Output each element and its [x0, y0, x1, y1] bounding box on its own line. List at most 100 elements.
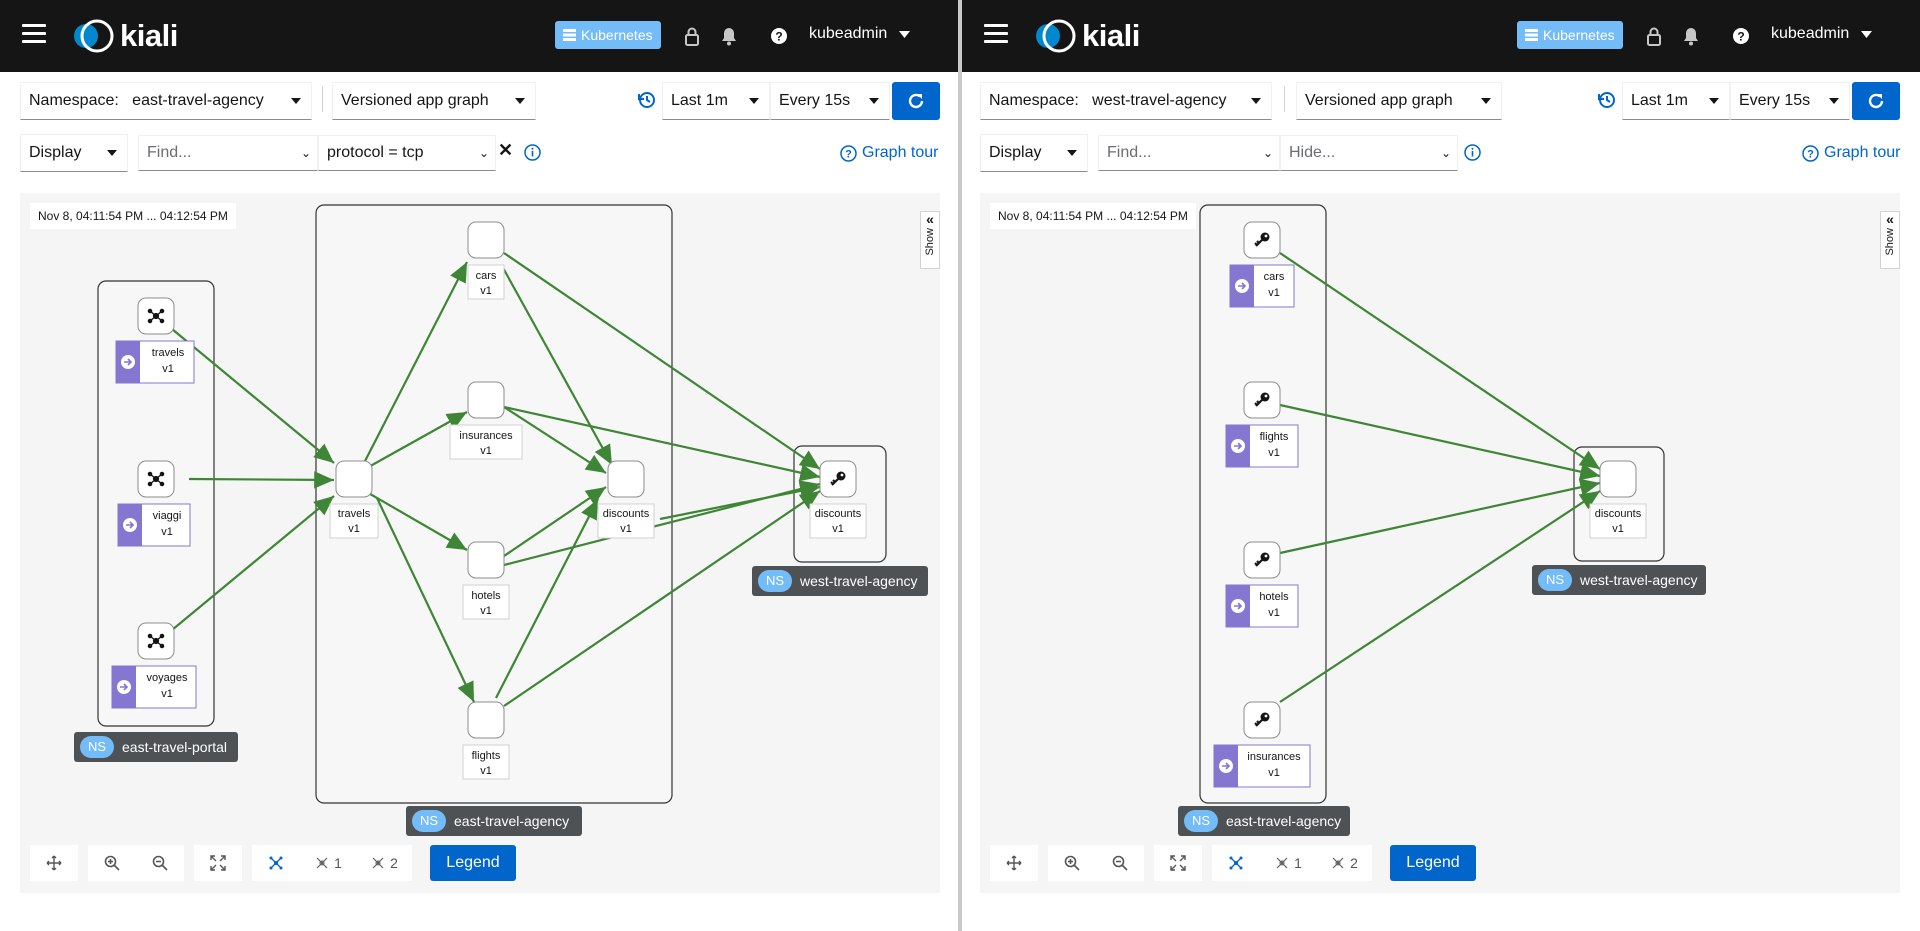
node-version: v1 — [480, 605, 492, 617]
help-icon[interactable]: ? — [770, 26, 788, 46]
duration-dropdown[interactable]: Last 1m — [1622, 82, 1730, 120]
hide-input[interactable]: Hide... ⌄ — [1280, 135, 1458, 171]
history-icon[interactable] — [638, 91, 656, 109]
display-dropdown[interactable]: Display — [20, 134, 128, 172]
display-label: Display — [989, 144, 1042, 161]
refresh-interval-dropdown[interactable]: Every 15s — [1730, 82, 1850, 120]
pan-button[interactable] — [30, 845, 78, 881]
layout-2-button[interactable]: 2 — [356, 845, 412, 881]
node-label: insurances — [1247, 751, 1301, 763]
hide-chevron-icon[interactable]: ⌄ — [479, 146, 489, 160]
layout-1-button[interactable]: 1 — [1260, 845, 1316, 881]
info-icon[interactable] — [524, 144, 541, 161]
side-panel-toggle[interactable]: «Show — [920, 211, 940, 269]
cluster-badge: Kubernetes — [555, 21, 661, 49]
graph-tour-link[interactable]: ? Graph tour — [1802, 144, 1900, 162]
topology-icon — [1229, 856, 1243, 870]
fit-to-screen-button[interactable] — [1154, 845, 1202, 881]
logo-text: kiali — [120, 18, 178, 53]
legend-button[interactable]: Legend — [1390, 845, 1476, 881]
traffic-edge[interactable] — [1279, 478, 1601, 555]
graph-type-dropdown[interactable]: Versioned app graph — [1296, 82, 1502, 120]
namespace-dropdown[interactable]: Namespace: east-travel-agency — [20, 82, 312, 120]
refresh-button[interactable] — [1852, 82, 1900, 120]
topology-icon — [1276, 857, 1288, 869]
ns-badge: NS — [88, 739, 106, 754]
pan-button[interactable] — [990, 845, 1038, 881]
question-circle-icon: ? — [1802, 144, 1819, 162]
graph-toolbar: Namespace: east-travel-agency Versioned … — [0, 72, 958, 132]
hide-input[interactable]: protocol = tcp ⌄ — [318, 135, 496, 171]
node-version: v1 — [480, 285, 492, 297]
refresh-interval-dropdown[interactable]: Every 15s — [770, 82, 890, 120]
ns-badge: NS — [420, 813, 438, 828]
user-menu[interactable]: kubeadmin — [1771, 25, 1873, 43]
namespace-label-box: NS west-travel-agency — [752, 566, 928, 596]
node-version: v1 — [1268, 447, 1280, 459]
question-circle-icon: ? — [840, 144, 857, 162]
graph-type-dropdown[interactable]: Versioned app graph — [332, 82, 536, 120]
lock-icon[interactable] — [683, 26, 701, 46]
move-icon — [46, 855, 62, 871]
zoom-out-button[interactable] — [136, 845, 184, 881]
zoom-in-button[interactable] — [88, 845, 136, 881]
history-icon[interactable] — [1598, 91, 1616, 109]
filter-toolbar: Display Find... ⌄ Hide... ⌄ — [962, 132, 1920, 176]
hamburger-menu-icon[interactable] — [984, 24, 1008, 46]
namespace-name: east-travel-agency — [1226, 813, 1341, 829]
find-chevron-icon[interactable]: ⌄ — [1263, 146, 1273, 160]
bell-icon[interactable] — [720, 26, 738, 46]
left-graph-panel: kiali Kubernetes ? kubeadmin Namespace: … — [0, 0, 958, 931]
masthead: kiali Kubernetes ? kubeadmin — [0, 0, 958, 72]
node-label: insurances — [459, 430, 513, 442]
node-version: v1 — [832, 523, 844, 535]
filter-toolbar: Display Find... ⌄ protocol = tcp ⌄ ✕ — [0, 132, 958, 176]
side-panel-toggle[interactable]: «Show — [1880, 211, 1900, 269]
bell-icon[interactable] — [1682, 26, 1700, 46]
duration-dropdown[interactable]: Last 1m — [662, 82, 770, 120]
kiali-logo[interactable]: kiali — [70, 18, 178, 53]
duration-value: Last 1m — [671, 92, 728, 109]
layout-2-button[interactable]: 2 — [1316, 845, 1372, 881]
clear-filter-icon[interactable]: ✕ — [498, 140, 513, 161]
user-menu[interactable]: kubeadmin — [809, 25, 911, 43]
graph-canvas[interactable]: cars v1 flights v1 hotels v1 insurances … — [980, 193, 1900, 893]
find-chevron-icon[interactable]: ⌄ — [301, 146, 311, 160]
layout-default-button[interactable] — [252, 845, 300, 881]
layout-1-button[interactable]: 1 — [300, 845, 356, 881]
find-input[interactable]: Find... ⌄ — [138, 135, 318, 171]
topology-icon — [372, 857, 384, 869]
namespace-dropdown[interactable]: Namespace: west-travel-agency — [980, 82, 1272, 120]
graph-canvas[interactable]: travels v1 viaggi v1 voyages v1 travels … — [20, 193, 940, 893]
node-label: discounts — [815, 508, 862, 520]
node-label: viaggi — [153, 510, 182, 522]
node-version: v1 — [162, 363, 174, 375]
graph-tour-link[interactable]: ? Graph tour — [840, 144, 938, 162]
fit-to-screen-button[interactable] — [194, 845, 242, 881]
hide-placeholder: Hide... — [1289, 144, 1336, 161]
info-icon[interactable] — [1464, 144, 1481, 161]
legend-button[interactable]: Legend — [430, 845, 516, 881]
ns-badge: NS — [766, 573, 784, 588]
display-label: Display — [29, 144, 82, 161]
node-version: v1 — [480, 445, 492, 457]
traffic-edge[interactable] — [188, 471, 335, 489]
hamburger-menu-icon[interactable] — [22, 24, 46, 46]
svg-text:?: ? — [845, 148, 852, 160]
kiali-logo[interactable]: kiali — [1032, 18, 1140, 53]
lock-icon[interactable] — [1645, 26, 1663, 46]
zoom-in-button[interactable] — [1048, 845, 1096, 881]
refresh-icon — [908, 93, 924, 109]
display-dropdown[interactable]: Display — [980, 134, 1088, 172]
layout-default-button[interactable] — [1212, 845, 1260, 881]
traffic-edge[interactable] — [1279, 490, 1601, 703]
find-input[interactable]: Find... ⌄ — [1098, 135, 1280, 171]
node-label: hotels — [1259, 591, 1289, 603]
refresh-button[interactable] — [892, 82, 940, 120]
help-icon[interactable]: ? — [1732, 26, 1750, 46]
traffic-edge[interactable] — [1279, 403, 1601, 481]
traffic-edge[interactable] — [1279, 252, 1601, 470]
hide-chevron-icon[interactable]: ⌄ — [1441, 146, 1451, 160]
svg-text:?: ? — [1737, 30, 1744, 44]
zoom-out-button[interactable] — [1096, 845, 1144, 881]
